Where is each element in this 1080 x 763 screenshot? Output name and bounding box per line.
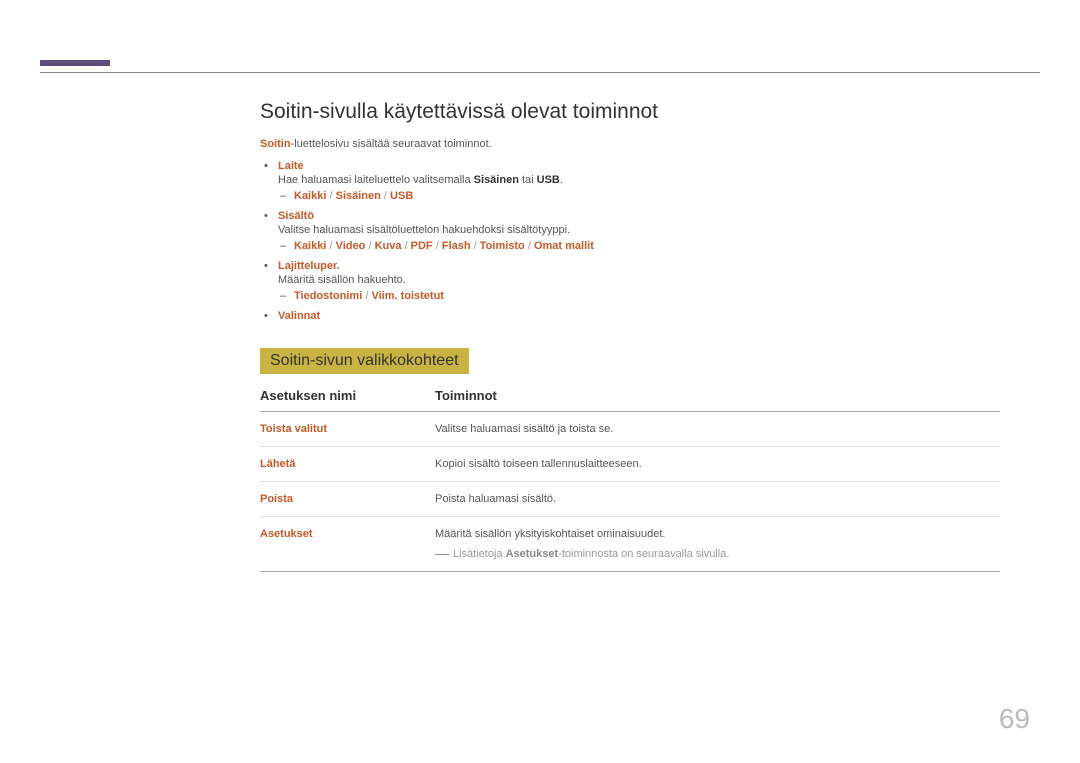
row-desc: Poista haluamasi sisältö. — [435, 493, 1000, 505]
table-row: Toista valitut Valitse haluamasi sisältö… — [260, 412, 1000, 447]
sub-options: Kaikki / Sisäinen / USB — [294, 190, 1000, 202]
sub-opt: Tiedostonimi — [294, 290, 362, 302]
sub-opt: Kaikki — [294, 190, 326, 202]
note-bold: Asetukset — [506, 548, 559, 560]
desc-bold: Sisäinen — [474, 174, 519, 186]
row-name: Lähetä — [260, 458, 435, 470]
bullet-desc: Hae haluamasi laiteluettelo valitsemalla… — [278, 174, 1000, 186]
feature-list: Laite Hae haluamasi laiteluettelo valits… — [260, 160, 1000, 322]
bullet-title: Lajitteluper. — [278, 260, 340, 272]
row-note: Lisätietoja Asetukset-toiminnosta on seu… — [435, 548, 1000, 560]
table-header: Asetuksen nimi Toiminnot — [260, 388, 1000, 412]
desc-text: . — [560, 174, 563, 186]
page-number: 69 — [999, 703, 1030, 735]
page-content: Soitin-sivulla käytettävissä olevat toim… — [260, 100, 1000, 572]
page-heading: Soitin-sivulla käytettävissä olevat toim… — [260, 100, 1000, 124]
row-desc: Valitse haluamasi sisältö ja toista se. — [435, 423, 1000, 435]
desc-text: Hae haluamasi laiteluettelo valitsemalla — [278, 174, 474, 186]
sub-options: Kaikki / Video / Kuva / PDF / Flash / To… — [294, 240, 1000, 252]
table-row: Asetukset Määritä sisällön yksityiskohta… — [260, 517, 1000, 572]
options-table: Asetuksen nimi Toiminnot Toista valitut … — [260, 388, 1000, 572]
row-desc: Määritä sisällön yksityiskohtaiset omina… — [435, 528, 1000, 560]
bullet-title: Sisältö — [278, 210, 314, 222]
bullet-valinnat: Valinnat — [278, 310, 1000, 322]
row-name: Toista valitut — [260, 423, 435, 435]
sub-opt: Toimisto — [480, 240, 525, 252]
sub-opt: Kuva — [375, 240, 402, 252]
table-row: Poista Poista haluamasi sisältö. — [260, 482, 1000, 517]
sub-opt: Omat mallit — [534, 240, 594, 252]
sub-opt: Viim. toistetut — [371, 290, 444, 302]
sub-opt: PDF — [411, 240, 433, 252]
desc-bold: USB — [537, 174, 560, 186]
bullet-laite: Laite Hae haluamasi laiteluettelo valits… — [278, 160, 1000, 202]
col-header-name: Asetuksen nimi — [260, 388, 435, 403]
row-name: Asetukset — [260, 528, 435, 560]
table-row: Lähetä Kopioi sisältö toiseen tallennusl… — [260, 447, 1000, 482]
row-desc-text: Määritä sisällön yksityiskohtaiset omina… — [435, 528, 666, 540]
header-divider — [40, 72, 1040, 73]
note-text: Lisätietoja — [453, 548, 506, 560]
sub-options: Tiedostonimi / Viim. toistetut — [294, 290, 1000, 302]
intro-text: Soitin-luettelosivu sisältää seuraavat t… — [260, 138, 1000, 150]
sub-opt: Flash — [442, 240, 471, 252]
note-text: -toiminnosta on seuraavalla sivulla. — [558, 548, 729, 560]
chapter-indicator — [40, 60, 110, 66]
row-name: Poista — [260, 493, 435, 505]
col-header-func: Toiminnot — [435, 388, 497, 403]
desc-text: tai — [519, 174, 537, 186]
row-desc: Kopioi sisältö toiseen tallennuslaittees… — [435, 458, 1000, 470]
bullet-desc: Valitse haluamasi sisältöluettelon hakue… — [278, 224, 1000, 236]
subheading: Soitin-sivun valikkokohteet — [260, 348, 469, 374]
bullet-title: Laite — [278, 160, 304, 172]
sub-opt: USB — [390, 190, 413, 202]
intro-suffix: -luettelosivu sisältää seuraavat toiminn… — [291, 138, 492, 150]
sub-opt: Sisäinen — [336, 190, 381, 202]
bullet-desc: Määritä sisällön hakuehto. — [278, 274, 1000, 286]
intro-keyword: Soitin — [260, 138, 291, 150]
sub-opt: Kaikki — [294, 240, 326, 252]
bullet-sisalto: Sisältö Valitse haluamasi sisältöluettel… — [278, 210, 1000, 252]
sub-opt: Video — [336, 240, 366, 252]
bullet-title: Valinnat — [278, 310, 320, 322]
bullet-lajitteluper: Lajitteluper. Määritä sisällön hakuehto.… — [278, 260, 1000, 302]
